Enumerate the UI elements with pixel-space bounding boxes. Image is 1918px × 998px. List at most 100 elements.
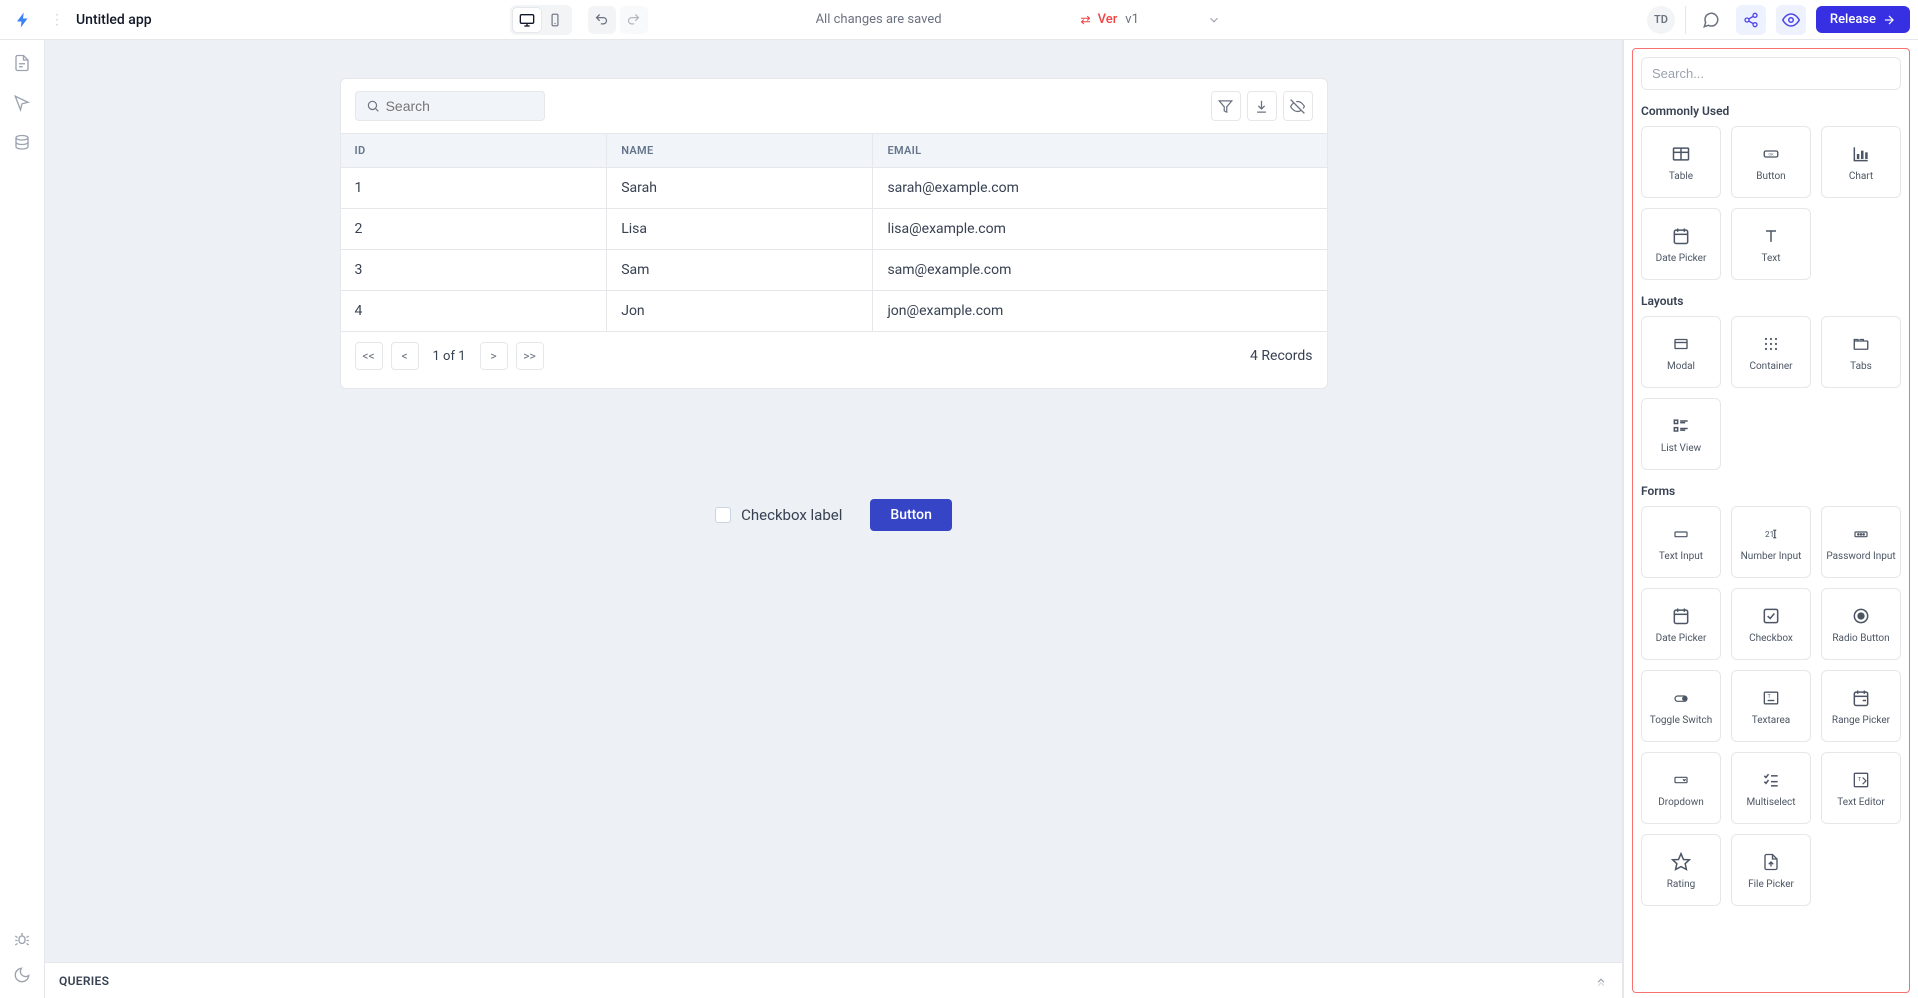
component-rating[interactable]: Rating (1641, 834, 1721, 906)
visibility-button[interactable] (1283, 91, 1313, 121)
pager: << < 1 of 1 > >> (355, 342, 544, 370)
component-textarea[interactable]: TTextarea (1731, 670, 1811, 742)
component-container[interactable]: Container (1731, 316, 1811, 388)
component-text-input[interactable]: Text Input (1641, 506, 1721, 578)
pager-prev[interactable]: < (391, 342, 419, 370)
toggle-icon (1669, 687, 1693, 709)
inspect-icon[interactable] (13, 94, 31, 112)
checkbox-box[interactable] (715, 507, 731, 523)
table-row[interactable]: 1Sarahsarah@example.com (341, 168, 1327, 209)
debug-icon[interactable] (13, 930, 31, 948)
version-selector[interactable]: ⇅ Ver v1 (1080, 12, 1221, 27)
component-text[interactable]: Text (1731, 208, 1811, 280)
undo-button[interactable] (588, 6, 616, 34)
component-multiselect[interactable]: Multiselect (1731, 752, 1811, 824)
component-table[interactable]: Table (1641, 126, 1721, 198)
save-status: All changes are saved (816, 12, 942, 27)
component-list-view[interactable]: List View (1641, 398, 1721, 470)
datasources-icon[interactable] (13, 134, 31, 152)
checkbox-widget[interactable]: Checkbox label (715, 506, 842, 524)
multiselect-icon (1761, 769, 1781, 791)
calendar-icon (1671, 225, 1691, 247)
pager-info: 1 of 1 (427, 349, 472, 364)
component-checkbox[interactable]: Checkbox (1731, 588, 1811, 660)
table-row[interactable]: 4Jonjon@example.com (341, 291, 1327, 332)
component-date-picker-form[interactable]: Date Picker (1641, 588, 1721, 660)
button-widget[interactable]: Button (870, 499, 952, 531)
queries-expand-icon[interactable] (1594, 974, 1608, 988)
column-header-id[interactable]: ID (341, 134, 607, 168)
release-button[interactable]: Release (1816, 6, 1910, 33)
text-input-icon (1670, 523, 1692, 545)
range-picker-icon (1851, 687, 1871, 709)
tabs-icon (1851, 333, 1871, 355)
component-file-picker[interactable]: File Picker (1731, 834, 1811, 906)
version-icon: ⇅ (1078, 14, 1092, 24)
share-button[interactable] (1736, 5, 1766, 35)
filter-button[interactable] (1211, 91, 1241, 121)
calendar-icon (1671, 605, 1691, 627)
component-tabs[interactable]: Tabs (1821, 316, 1901, 388)
section-title-forms: Forms (1641, 484, 1901, 498)
table-search[interactable] (355, 91, 545, 121)
pager-first[interactable]: << (355, 342, 383, 370)
theme-icon[interactable] (13, 966, 31, 984)
text-editor-icon: T (1851, 769, 1871, 791)
pager-next[interactable]: > (480, 342, 508, 370)
section-title-commonly-used: Commonly Used (1641, 104, 1901, 118)
logo-icon[interactable] (8, 11, 38, 29)
component-text-editor[interactable]: TText Editor (1821, 752, 1901, 824)
queries-title: QUERIES (59, 974, 109, 988)
queries-panel-bar[interactable]: QUERIES (45, 962, 1622, 998)
component-number-input[interactable]: 21Number Input (1731, 506, 1811, 578)
component-toggle-switch[interactable]: Toggle Switch (1641, 670, 1721, 742)
version-label: Ver (1098, 12, 1118, 27)
component-chart[interactable]: Chart (1821, 126, 1901, 198)
data-table: ID NAME EMAIL 1Sarahsarah@example.com 2L… (341, 133, 1327, 332)
checkbox-icon (1761, 605, 1781, 627)
table-row[interactable]: 2Lisalisa@example.com (341, 209, 1327, 250)
component-dropdown[interactable]: Dropdown (1641, 752, 1721, 824)
release-label: Release (1830, 12, 1876, 27)
component-range-picker[interactable]: Range Picker (1821, 670, 1901, 742)
app-title[interactable]: Untitled app (76, 12, 152, 28)
preview-button[interactable] (1776, 5, 1806, 35)
component-button[interactable]: OKButton (1731, 126, 1811, 198)
file-picker-icon (1762, 851, 1780, 873)
column-header-name[interactable]: NAME (607, 134, 873, 168)
redo-button[interactable] (620, 6, 648, 34)
mobile-device-button[interactable] (541, 8, 569, 32)
pages-icon[interactable] (13, 54, 31, 72)
device-toggle (510, 5, 572, 35)
list-view-icon (1671, 415, 1691, 437)
records-count: 4 Records (1250, 348, 1312, 364)
text-icon (1761, 225, 1781, 247)
component-date-picker[interactable]: Date Picker (1641, 208, 1721, 280)
table-search-input[interactable] (386, 98, 534, 114)
left-rail (0, 40, 45, 998)
download-button[interactable] (1247, 91, 1277, 121)
comments-button[interactable] (1696, 5, 1726, 35)
components-panel: Commonly Used Table OKButton Chart Date … (1623, 40, 1918, 998)
password-input-icon (1850, 523, 1872, 545)
component-modal[interactable]: Modal (1641, 316, 1721, 388)
canvas-area: ID NAME EMAIL 1Sarahsarah@example.com 2L… (45, 40, 1623, 998)
header-separator: ⋮ (46, 12, 68, 28)
version-value: v1 (1125, 12, 1139, 27)
component-search-input[interactable] (1641, 57, 1901, 90)
component-password-input[interactable]: Password Input (1821, 506, 1901, 578)
dropdown-icon (1670, 769, 1692, 791)
desktop-device-button[interactable] (513, 8, 541, 32)
checkbox-label: Checkbox label (741, 506, 842, 524)
table-widget[interactable]: ID NAME EMAIL 1Sarahsarah@example.com 2L… (340, 78, 1328, 389)
pager-last[interactable]: >> (516, 342, 544, 370)
star-icon (1671, 851, 1691, 873)
avatar[interactable]: TD (1647, 6, 1675, 34)
column-header-email[interactable]: EMAIL (873, 134, 1327, 168)
textarea-icon: T (1761, 687, 1781, 709)
chart-icon (1851, 143, 1871, 165)
container-icon (1761, 333, 1781, 355)
component-radio-button[interactable]: Radio Button (1821, 588, 1901, 660)
number-input-icon: 21 (1760, 523, 1782, 545)
table-row[interactable]: 3Samsam@example.com (341, 250, 1327, 291)
